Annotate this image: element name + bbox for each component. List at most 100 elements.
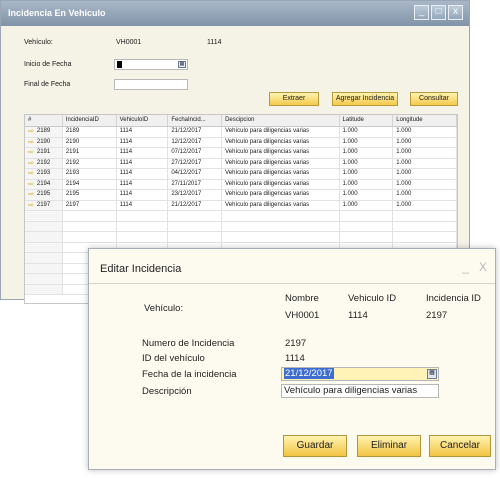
- empty-cell: [393, 211, 457, 221]
- empty-cell: [25, 242, 63, 252]
- table-row[interactable]: ⇨ 2197 2197 1114 21/12/2017 Vehículo para dil…: [25, 200, 457, 211]
- descripcion-input[interactable]: Vehículo para diligencias varias: [281, 384, 439, 398]
- empty-cell: [25, 232, 63, 242]
- calendar-icon[interactable]: ▦: [427, 369, 437, 379]
- link-arrow-icon[interactable]: ⇨: [28, 159, 34, 169]
- fecha-incidencia-input[interactable]: 21/12/2017 ▦: [281, 367, 439, 381]
- empty-cell: [117, 232, 169, 242]
- table-row[interactable]: ⇨ 2192 2192 1114 27/12/2017 Vehículo para dil…: [25, 158, 457, 169]
- link-arrow-icon[interactable]: ⇨: [28, 148, 34, 158]
- table-row[interactable]: ⇨ 2190 2190 1114 12/12/2017 Vehículo para dil…: [25, 137, 457, 148]
- column-header[interactable]: Longitude: [393, 115, 457, 126]
- table-cell: 1.000: [340, 158, 394, 168]
- link-arrow-icon[interactable]: ⇨: [28, 138, 34, 148]
- table-cell: 2192: [63, 158, 117, 168]
- agregar-incidencia-button[interactable]: Agregar Incidencia: [332, 92, 398, 106]
- table-cell: Vehículo para diligencias varias: [222, 200, 340, 210]
- window-title: Incidencia En Vehículo: [1, 1, 469, 26]
- link-arrow-icon[interactable]: ⇨: [28, 127, 34, 137]
- cancelar-button[interactable]: Cancelar: [429, 435, 491, 457]
- link-arrow-icon[interactable]: ⇨: [28, 180, 34, 190]
- row-number: 2197: [36, 201, 51, 208]
- table-cell: 1114: [117, 148, 169, 158]
- guardar-button[interactable]: Guardar: [283, 435, 347, 457]
- row-number-cell: ⇨ 2192: [25, 158, 63, 169]
- table-row[interactable]: ⇨ 2189 2189 1114 21/12/2017 Vehículo para dil…: [25, 127, 457, 138]
- table-cell: 1.000: [340, 200, 394, 210]
- row-number: 2192: [36, 159, 51, 166]
- table-cell: 1.000: [340, 179, 394, 189]
- inicio-fecha-input[interactable]: ▦: [114, 59, 188, 70]
- eliminar-button[interactable]: Eliminar: [357, 435, 421, 457]
- empty-cell: [168, 221, 223, 231]
- table-row[interactable]: ⇨ 2193 2193 1114 04/12/2017 Vehículo para dil…: [25, 169, 457, 180]
- table-row[interactable]: ⇨ 2195 2195 1114 23/12/2017 Vehículo para dil…: [25, 190, 457, 201]
- table-cell: 1.000: [340, 127, 394, 137]
- empty-cell: [63, 232, 117, 242]
- descripcion-value: Vehículo para diligencias varias: [284, 385, 418, 396]
- table-cell: 1114: [117, 200, 169, 210]
- numero-incidencia-label: Numero de Incidencia: [142, 338, 235, 349]
- table-cell: 2190: [63, 137, 117, 147]
- vehiculo-num-value: 1114: [207, 39, 222, 46]
- close-icon[interactable]: X: [479, 260, 487, 274]
- minimize-button[interactable]: _: [414, 5, 429, 20]
- row-number-cell: ⇨ 2190: [25, 137, 63, 148]
- row-number-cell: ⇨ 2191: [25, 148, 63, 158]
- table-cell: Vehículo para diligencias varias: [222, 190, 340, 200]
- column-header[interactable]: VehiculoID: [117, 115, 169, 126]
- table-row[interactable]: ⇨ 2194 2194 1114 27/11/2017 Vehículo para dil…: [25, 179, 457, 190]
- table-cell: 2189: [63, 127, 117, 137]
- empty-row: [25, 221, 457, 232]
- table-cell: 1.000: [393, 200, 457, 210]
- column-header[interactable]: Descipcion: [222, 115, 340, 126]
- table-cell: 04/12/2017: [168, 169, 223, 179]
- table-row[interactable]: ⇨ 2191 2191 1114 07/12/2017 Vehículo para dil…: [25, 148, 457, 159]
- row-number: 2189: [36, 128, 51, 134]
- dialog-controls: _ X: [462, 260, 487, 274]
- row-number-cell: ⇨ 2193: [25, 169, 63, 179]
- column-header[interactable]: FechaIncid...: [168, 115, 223, 126]
- text-cursor: [117, 61, 122, 68]
- empty-cell: [25, 263, 63, 273]
- empty-cell: [340, 221, 394, 231]
- maximize-button[interactable]: □: [431, 5, 446, 20]
- row-number: 2194: [36, 180, 51, 187]
- consultar-button[interactable]: Consultar: [410, 92, 458, 106]
- fecha-incidencia-label: Fecha de la incidencia: [142, 369, 237, 380]
- empty-cell: [393, 221, 457, 231]
- inicio-fecha-label: Inicio de Fecha: [24, 61, 72, 68]
- link-arrow-icon[interactable]: ⇨: [28, 169, 34, 179]
- table-cell: 2197: [63, 200, 117, 210]
- row-number-cell: ⇨ 2194: [25, 179, 63, 190]
- empty-cell: [25, 274, 63, 284]
- empty-cell: [168, 211, 223, 221]
- table-cell: Vehículo para diligencias varias: [222, 148, 340, 158]
- column-header[interactable]: #: [25, 115, 63, 126]
- column-header[interactable]: Latitude: [340, 115, 394, 126]
- vehiculo-id-header: Vehiculo ID: [348, 293, 397, 304]
- link-arrow-icon[interactable]: ⇨: [28, 190, 34, 200]
- editar-incidencia-dialog: Editar Incidencia _ X Vehículo: Nombre V…: [88, 248, 496, 470]
- close-button[interactable]: x: [448, 5, 463, 20]
- empty-row: [25, 211, 457, 222]
- table-cell: 27/11/2017: [168, 179, 223, 189]
- table-cell: 1.000: [393, 127, 457, 137]
- empty-cell: [25, 211, 63, 221]
- column-header[interactable]: IncidenciaID: [63, 115, 117, 126]
- extraer-button[interactable]: Extraer: [269, 92, 319, 106]
- table-cell: 1.000: [393, 190, 457, 200]
- calendar-icon[interactable]: ▦: [178, 61, 186, 68]
- vehiculo-id-value: 1114: [348, 310, 368, 321]
- final-fecha-input[interactable]: [114, 79, 188, 90]
- row-number: 2191: [36, 149, 51, 155]
- link-arrow-icon[interactable]: ⇨: [28, 201, 34, 211]
- table-cell: Vehículo para diligencias varias: [222, 137, 340, 147]
- empty-cell: [63, 221, 117, 231]
- table-cell: 1114: [117, 158, 169, 168]
- minimize-icon[interactable]: _: [462, 260, 469, 274]
- table-cell: 1.000: [393, 158, 457, 168]
- row-number: 2190: [36, 138, 51, 145]
- table-cell: 1114: [117, 190, 169, 200]
- table-cell: Vehículo para diligencias varias: [222, 127, 340, 137]
